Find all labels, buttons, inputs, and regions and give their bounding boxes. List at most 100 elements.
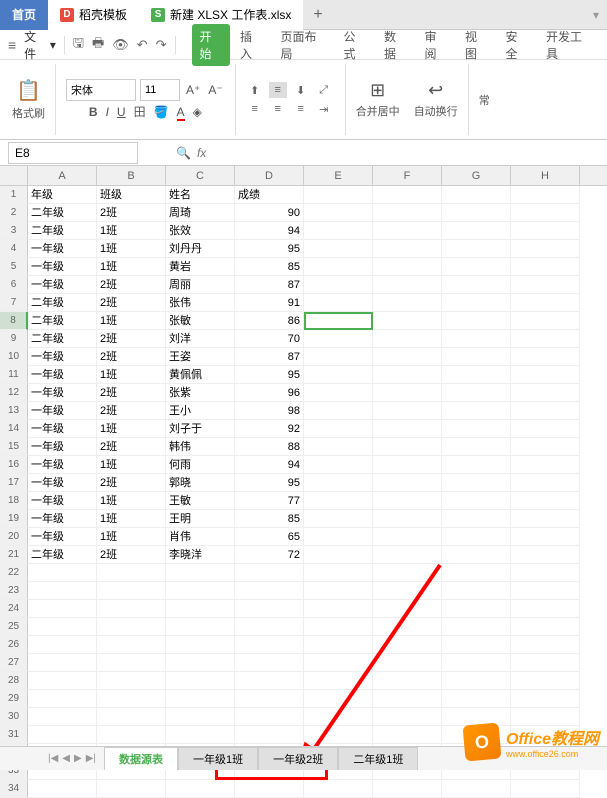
cell[interactable] xyxy=(373,438,442,456)
cell[interactable] xyxy=(442,654,511,672)
cell[interactable] xyxy=(304,366,373,384)
cell[interactable] xyxy=(97,672,166,690)
row-header[interactable]: 11 xyxy=(0,366,28,384)
cell[interactable] xyxy=(442,312,511,330)
cell[interactable]: 2班 xyxy=(97,546,166,564)
cell[interactable] xyxy=(304,618,373,636)
cell[interactable] xyxy=(304,312,373,330)
undo-icon[interactable]: ↶ xyxy=(137,37,148,53)
row-header[interactable]: 31 xyxy=(0,726,28,744)
cell[interactable]: 一年级 xyxy=(28,528,97,546)
cell[interactable] xyxy=(235,636,304,654)
cell[interactable] xyxy=(166,564,235,582)
cell[interactable] xyxy=(304,726,373,744)
print-icon[interactable]: 🖶 xyxy=(92,34,104,56)
cell[interactable] xyxy=(511,546,580,564)
cell[interactable] xyxy=(511,330,580,348)
cell[interactable] xyxy=(304,186,373,204)
cell[interactable] xyxy=(511,366,580,384)
row-header[interactable]: 29 xyxy=(0,690,28,708)
cell[interactable] xyxy=(373,528,442,546)
cell[interactable] xyxy=(28,726,97,744)
cell[interactable]: 1班 xyxy=(97,492,166,510)
row-header[interactable]: 7 xyxy=(0,294,28,312)
align-center-icon[interactable]: ≡ xyxy=(269,101,287,117)
decrease-font-icon[interactable]: A⁻ xyxy=(206,83,224,97)
cell[interactable]: 王姿 xyxy=(166,348,235,366)
cell[interactable]: 一年级 xyxy=(28,474,97,492)
cell[interactable]: 张紫 xyxy=(166,384,235,402)
cell[interactable] xyxy=(442,294,511,312)
cell[interactable] xyxy=(442,366,511,384)
cell[interactable]: 郭晓 xyxy=(166,474,235,492)
cell[interactable]: 刘丹丹 xyxy=(166,240,235,258)
row-header[interactable]: 20 xyxy=(0,528,28,546)
font-size-select[interactable] xyxy=(140,79,180,101)
cell[interactable]: 成绩 xyxy=(235,186,304,204)
cell[interactable] xyxy=(373,474,442,492)
cell[interactable]: 1班 xyxy=(97,420,166,438)
row-header[interactable]: 22 xyxy=(0,564,28,582)
cell[interactable]: 年级 xyxy=(28,186,97,204)
cell[interactable] xyxy=(304,330,373,348)
preview-icon[interactable]: 👁 xyxy=(112,37,129,53)
cell[interactable]: 72 xyxy=(235,546,304,564)
redo-icon[interactable]: ↷ xyxy=(156,37,167,53)
cell[interactable] xyxy=(511,312,580,330)
docer-tab[interactable]: D 稻壳模板 xyxy=(48,0,139,30)
cell[interactable] xyxy=(442,204,511,222)
cell[interactable]: 张敏 xyxy=(166,312,235,330)
cell[interactable] xyxy=(511,582,580,600)
cell[interactable] xyxy=(511,420,580,438)
cell[interactable]: 一年级 xyxy=(28,276,97,294)
cell[interactable]: 70 xyxy=(235,330,304,348)
cell[interactable] xyxy=(28,636,97,654)
cell[interactable]: 87 xyxy=(235,276,304,294)
row-header[interactable]: 2 xyxy=(0,204,28,222)
cell[interactable] xyxy=(373,708,442,726)
cell[interactable]: 二年级 xyxy=(28,312,97,330)
col-header[interactable]: C xyxy=(166,166,235,185)
cell[interactable] xyxy=(511,276,580,294)
cell[interactable]: 85 xyxy=(235,510,304,528)
col-header[interactable]: D xyxy=(235,166,304,185)
cell[interactable] xyxy=(373,546,442,564)
cell[interactable]: 一年级 xyxy=(28,456,97,474)
cell[interactable] xyxy=(511,618,580,636)
cell[interactable] xyxy=(304,654,373,672)
cell[interactable] xyxy=(373,618,442,636)
cell[interactable] xyxy=(235,600,304,618)
cell[interactable] xyxy=(511,474,580,492)
row-header[interactable]: 17 xyxy=(0,474,28,492)
cell[interactable] xyxy=(373,366,442,384)
font-name-select[interactable] xyxy=(66,79,136,101)
cell[interactable]: 肖伟 xyxy=(166,528,235,546)
row-header[interactable]: 8 xyxy=(0,312,28,330)
cell[interactable] xyxy=(442,618,511,636)
cell[interactable] xyxy=(97,726,166,744)
cell[interactable] xyxy=(442,330,511,348)
cell[interactable]: 何雨 xyxy=(166,456,235,474)
cell[interactable]: 二年级 xyxy=(28,546,97,564)
row-header[interactable]: 27 xyxy=(0,654,28,672)
cell[interactable] xyxy=(28,600,97,618)
row-header[interactable]: 10 xyxy=(0,348,28,366)
cell[interactable]: 1班 xyxy=(97,312,166,330)
cell[interactable] xyxy=(235,690,304,708)
row-header[interactable]: 30 xyxy=(0,708,28,726)
cell[interactable] xyxy=(304,474,373,492)
cell[interactable] xyxy=(97,564,166,582)
cell[interactable] xyxy=(373,600,442,618)
cell[interactable]: 95 xyxy=(235,474,304,492)
ribbon-tab-4[interactable]: 数据 xyxy=(376,24,415,66)
cell[interactable]: 班级 xyxy=(97,186,166,204)
ribbon-tab-6[interactable]: 视图 xyxy=(457,24,496,66)
cell[interactable] xyxy=(442,672,511,690)
add-tab-button[interactable]: + xyxy=(303,6,332,24)
cell[interactable]: 李晓洋 xyxy=(166,546,235,564)
cell[interactable] xyxy=(97,618,166,636)
cell[interactable]: 张效 xyxy=(166,222,235,240)
cell[interactable] xyxy=(511,294,580,312)
cell[interactable]: 65 xyxy=(235,528,304,546)
cell[interactable]: 2班 xyxy=(97,402,166,420)
